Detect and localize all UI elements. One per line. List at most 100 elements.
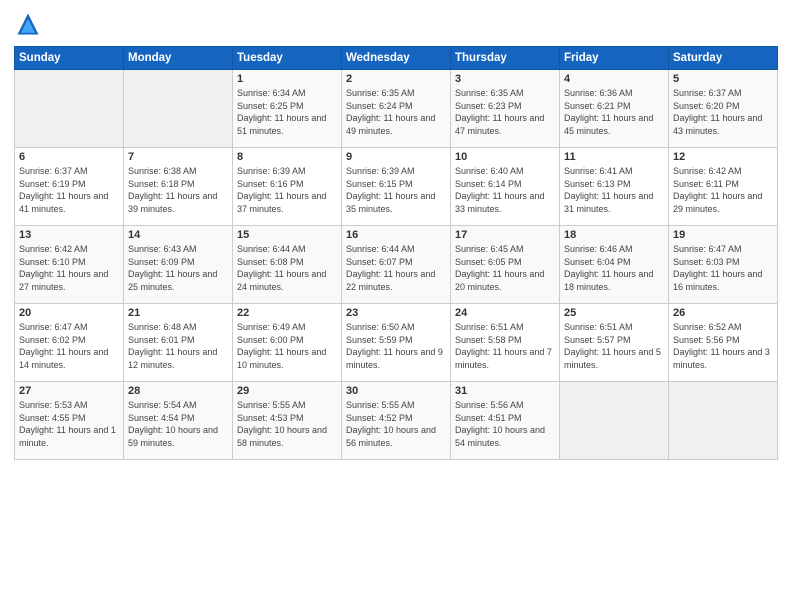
day-info: Sunrise: 6:45 AM Sunset: 6:05 PM Dayligh… xyxy=(455,243,555,293)
day-info: Sunrise: 6:48 AM Sunset: 6:01 PM Dayligh… xyxy=(128,321,228,371)
day-info: Sunrise: 6:52 AM Sunset: 5:56 PM Dayligh… xyxy=(673,321,773,371)
day-number: 16 xyxy=(346,229,446,241)
day-number: 29 xyxy=(237,385,337,397)
day-number: 20 xyxy=(19,307,119,319)
weekday-header: Wednesday xyxy=(342,47,451,70)
calendar-day-cell xyxy=(669,382,778,460)
day-info: Sunrise: 6:44 AM Sunset: 6:08 PM Dayligh… xyxy=(237,243,337,293)
day-info: Sunrise: 6:36 AM Sunset: 6:21 PM Dayligh… xyxy=(564,87,664,137)
calendar-day-cell xyxy=(560,382,669,460)
day-number: 26 xyxy=(673,307,773,319)
day-info: Sunrise: 5:55 AM Sunset: 4:52 PM Dayligh… xyxy=(346,399,446,449)
day-number: 23 xyxy=(346,307,446,319)
calendar-day-cell: 9Sunrise: 6:39 AM Sunset: 6:15 PM Daylig… xyxy=(342,148,451,226)
day-number: 28 xyxy=(128,385,228,397)
day-number: 17 xyxy=(455,229,555,241)
weekday-header: Tuesday xyxy=(233,47,342,70)
calendar-week-row: 1 Sunrise: 6:34 AM Sunset: 6:25 PM Daylig… xyxy=(15,70,778,148)
day-number: 6 xyxy=(19,151,119,163)
weekday-header: Thursday xyxy=(451,47,560,70)
calendar-day-cell: 19 Sunrise: 6:47 AM Sunset: 6:03 PM Dayli… xyxy=(669,226,778,304)
calendar-day-cell: 12 Sunrise: 6:42 AM Sunset: 6:11 PM Dayli… xyxy=(669,148,778,226)
calendar-day-cell: 4 Sunrise: 6:36 AM Sunset: 6:21 PM Daylig… xyxy=(560,70,669,148)
calendar-day-cell: 14Sunrise: 6:43 AM Sunset: 6:09 PM Dayli… xyxy=(124,226,233,304)
calendar-day-cell: 11 Sunrise: 6:41 AM Sunset: 6:13 PM Dayli… xyxy=(560,148,669,226)
day-info: Sunrise: 6:44 AM Sunset: 6:07 PM Dayligh… xyxy=(346,243,446,293)
calendar-table: SundayMondayTuesdayWednesdayThursdayFrid… xyxy=(14,46,778,460)
calendar-week-row: 13 Sunrise: 6:42 AM Sunset: 6:10 PM Dayli… xyxy=(15,226,778,304)
calendar-day-cell: 15 Sunrise: 6:44 AM Sunset: 6:08 PM Dayli… xyxy=(233,226,342,304)
day-number: 18 xyxy=(564,229,664,241)
day-number: 21 xyxy=(128,307,228,319)
calendar-day-cell: 10 Sunrise: 6:40 AM Sunset: 6:14 PM Dayli… xyxy=(451,148,560,226)
day-number: 1 xyxy=(237,73,337,85)
day-info: Sunrise: 6:35 AM Sunset: 6:23 PM Dayligh… xyxy=(455,87,555,137)
calendar-day-cell: 22 Sunrise: 6:49 AM Sunset: 6:00 PM Dayli… xyxy=(233,304,342,382)
calendar-day-cell: 28 Sunrise: 5:54 AM Sunset: 4:54 PM Dayli… xyxy=(124,382,233,460)
day-number: 5 xyxy=(673,73,773,85)
calendar-day-cell: 17 Sunrise: 6:45 AM Sunset: 6:05 PM Dayli… xyxy=(451,226,560,304)
day-info: Sunrise: 6:51 AM Sunset: 5:57 PM Dayligh… xyxy=(564,321,664,371)
day-number: 11 xyxy=(564,151,664,163)
calendar-day-cell: 21 Sunrise: 6:48 AM Sunset: 6:01 PM Dayli… xyxy=(124,304,233,382)
day-info: Sunrise: 6:50 AM Sunset: 5:59 PM Dayligh… xyxy=(346,321,446,371)
main-container: SundayMondayTuesdayWednesdayThursdayFrid… xyxy=(0,0,792,612)
weekday-header: Sunday xyxy=(15,47,124,70)
weekday-header: Friday xyxy=(560,47,669,70)
day-number: 9 xyxy=(346,151,446,163)
day-number: 15 xyxy=(237,229,337,241)
day-info: Sunrise: 5:54 AM Sunset: 4:54 PM Dayligh… xyxy=(128,399,228,449)
calendar-day-cell: 29Sunrise: 5:55 AM Sunset: 4:53 PM Dayli… xyxy=(233,382,342,460)
day-number: 31 xyxy=(455,385,555,397)
weekday-header: Monday xyxy=(124,47,233,70)
day-info: Sunrise: 6:37 AM Sunset: 6:20 PM Dayligh… xyxy=(673,87,773,137)
calendar-day-cell xyxy=(124,70,233,148)
calendar-week-row: 6 Sunrise: 6:37 AM Sunset: 6:19 PM Daylig… xyxy=(15,148,778,226)
calendar-week-row: 20 Sunrise: 6:47 AM Sunset: 6:02 PM Dayli… xyxy=(15,304,778,382)
day-number: 14 xyxy=(128,229,228,241)
calendar-day-cell: 13 Sunrise: 6:42 AM Sunset: 6:10 PM Dayli… xyxy=(15,226,124,304)
calendar-day-cell: 20 Sunrise: 6:47 AM Sunset: 6:02 PM Dayli… xyxy=(15,304,124,382)
day-info: Sunrise: 6:37 AM Sunset: 6:19 PM Dayligh… xyxy=(19,165,119,215)
day-info: Sunrise: 6:40 AM Sunset: 6:14 PM Dayligh… xyxy=(455,165,555,215)
day-info: Sunrise: 6:35 AM Sunset: 6:24 PM Dayligh… xyxy=(346,87,446,137)
calendar-day-cell: 3Sunrise: 6:35 AM Sunset: 6:23 PM Daylig… xyxy=(451,70,560,148)
day-info: Sunrise: 6:38 AM Sunset: 6:18 PM Dayligh… xyxy=(128,165,228,215)
weekday-header: Saturday xyxy=(669,47,778,70)
day-info: Sunrise: 6:51 AM Sunset: 5:58 PM Dayligh… xyxy=(455,321,555,371)
calendar-day-cell: 16 Sunrise: 6:44 AM Sunset: 6:07 PM Dayli… xyxy=(342,226,451,304)
day-info: Sunrise: 6:42 AM Sunset: 6:11 PM Dayligh… xyxy=(673,165,773,215)
day-number: 8 xyxy=(237,151,337,163)
calendar-day-cell: 18Sunrise: 6:46 AM Sunset: 6:04 PM Dayli… xyxy=(560,226,669,304)
calendar-body: 1 Sunrise: 6:34 AM Sunset: 6:25 PM Daylig… xyxy=(15,70,778,460)
day-number: 12 xyxy=(673,151,773,163)
day-info: Sunrise: 6:42 AM Sunset: 6:10 PM Dayligh… xyxy=(19,243,119,293)
calendar-day-cell: 30 Sunrise: 5:55 AM Sunset: 4:52 PM Dayli… xyxy=(342,382,451,460)
day-number: 13 xyxy=(19,229,119,241)
calendar-day-cell: 27Sunrise: 5:53 AM Sunset: 4:55 PM Dayli… xyxy=(15,382,124,460)
day-number: 2 xyxy=(346,73,446,85)
weekday-row: SundayMondayTuesdayWednesdayThursdayFrid… xyxy=(15,47,778,70)
calendar-header: SundayMondayTuesdayWednesdayThursdayFrid… xyxy=(15,47,778,70)
day-info: Sunrise: 6:41 AM Sunset: 6:13 PM Dayligh… xyxy=(564,165,664,215)
day-number: 30 xyxy=(346,385,446,397)
day-info: Sunrise: 6:47 AM Sunset: 6:02 PM Dayligh… xyxy=(19,321,119,371)
calendar-day-cell: 6 Sunrise: 6:37 AM Sunset: 6:19 PM Daylig… xyxy=(15,148,124,226)
calendar-day-cell: 24Sunrise: 6:51 AM Sunset: 5:58 PM Dayli… xyxy=(451,304,560,382)
day-info: Sunrise: 6:34 AM Sunset: 6:25 PM Dayligh… xyxy=(237,87,337,137)
calendar-day-cell: 8Sunrise: 6:39 AM Sunset: 6:16 PM Daylig… xyxy=(233,148,342,226)
day-number: 22 xyxy=(237,307,337,319)
calendar-day-cell: 31 Sunrise: 5:56 AM Sunset: 4:51 PM Dayli… xyxy=(451,382,560,460)
day-number: 10 xyxy=(455,151,555,163)
day-info: Sunrise: 5:56 AM Sunset: 4:51 PM Dayligh… xyxy=(455,399,555,449)
day-number: 7 xyxy=(128,151,228,163)
calendar-day-cell: 7 Sunrise: 6:38 AM Sunset: 6:18 PM Daylig… xyxy=(124,148,233,226)
day-info: Sunrise: 6:47 AM Sunset: 6:03 PM Dayligh… xyxy=(673,243,773,293)
calendar-day-cell: 5 Sunrise: 6:37 AM Sunset: 6:20 PM Daylig… xyxy=(669,70,778,148)
day-info: Sunrise: 6:49 AM Sunset: 6:00 PM Dayligh… xyxy=(237,321,337,371)
header xyxy=(14,10,778,38)
calendar-day-cell xyxy=(15,70,124,148)
day-number: 19 xyxy=(673,229,773,241)
day-info: Sunrise: 5:53 AM Sunset: 4:55 PM Dayligh… xyxy=(19,399,119,449)
day-number: 4 xyxy=(564,73,664,85)
